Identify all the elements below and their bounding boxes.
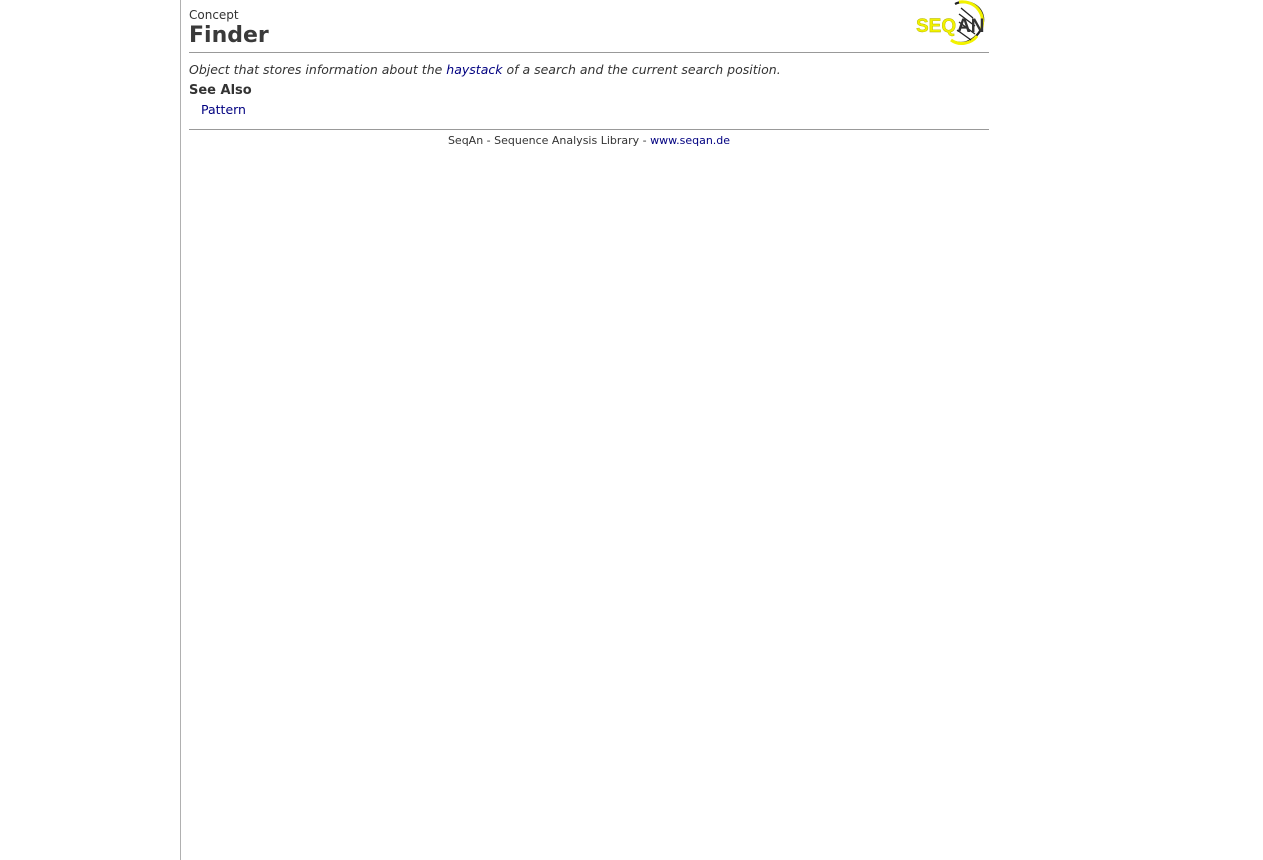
haystack-link[interactable]: haystack	[446, 62, 502, 77]
list-item: Pattern	[201, 99, 989, 118]
doc-footer: SeqAn - Sequence Analysis Library - www.…	[189, 129, 989, 148]
pattern-link[interactable]: Pattern	[201, 102, 246, 117]
summary-before: Object that stores information about the	[189, 62, 447, 77]
see-also-list: Pattern	[189, 99, 989, 118]
page-title: Finder	[189, 23, 269, 48]
seqan-logo[interactable]: SEQ AN	[915, 0, 987, 46]
summary-after: of a search and the current search posit…	[502, 62, 781, 77]
svg-text:AN: AN	[957, 16, 984, 37]
doc-header: Concept Finder SEQ AN	[189, 0, 989, 53]
summary-text: Object that stores information about the…	[189, 62, 989, 78]
footer-text: SeqAn - Sequence Analysis Library -	[447, 134, 651, 147]
see-also-heading: See Also	[189, 83, 252, 98]
left-frame-border	[180, 0, 181, 860]
seqan-website-link[interactable]: www.seqan.de	[650, 134, 730, 147]
doc-page: Concept Finder SEQ AN Object that stores…	[189, 0, 989, 148]
entity-kind: Concept	[189, 8, 239, 22]
svg-text:SEQ: SEQ	[916, 16, 956, 37]
